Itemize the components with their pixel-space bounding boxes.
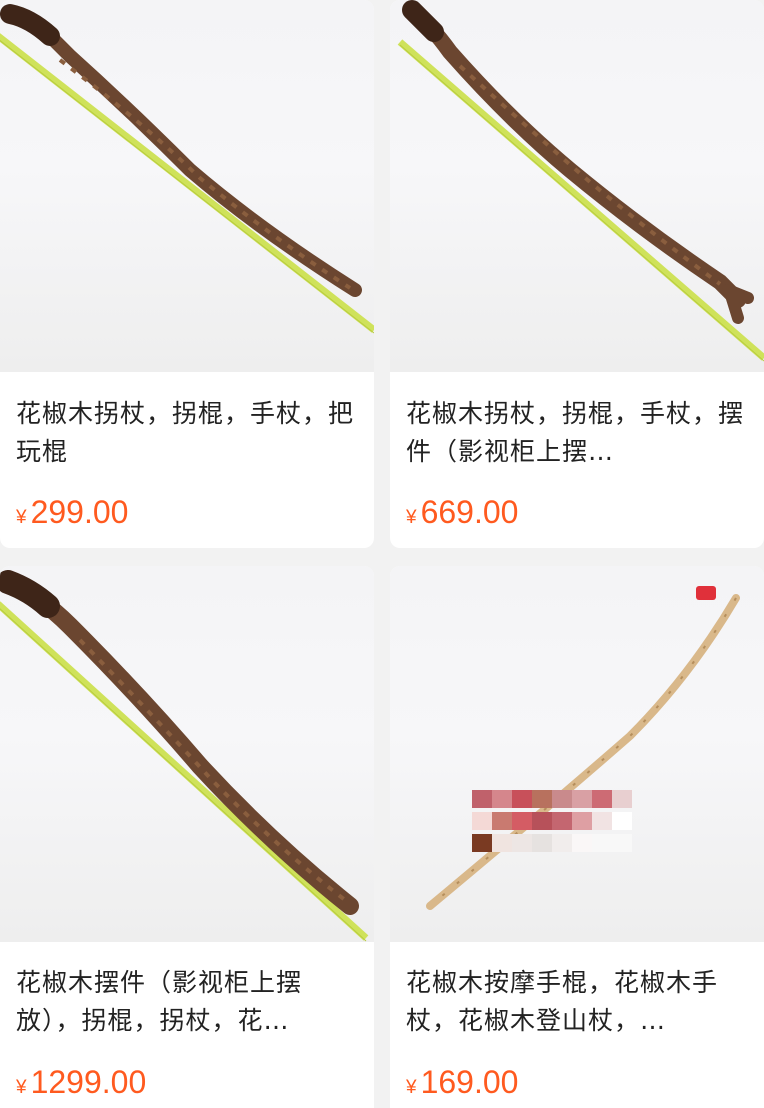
price-value: 1299.00 <box>30 1064 147 1100</box>
currency-symbol: ¥ <box>406 507 417 528</box>
product-title[interactable]: 花椒木摆件（影视柜上摆放），拐棍，拐杖，花… <box>16 964 356 1040</box>
product-title[interactable]: 花椒木拐杖，拐棍，手杖，摆件（影视柜上摆… <box>406 395 746 471</box>
product-grid: 花椒木拐杖，拐棍，手杖，把玩棍 ¥299.00 花椒木拐杖，拐棍，手杖，摆件（影… <box>0 0 764 1108</box>
price-value: 299.00 <box>30 494 129 530</box>
walking-stick-photo <box>397 0 764 362</box>
currency-symbol: ¥ <box>16 507 27 528</box>
walking-stick-photo <box>0 570 369 942</box>
walking-stick-photo <box>0 4 374 334</box>
product-price: ¥1299.00 <box>16 1064 146 1101</box>
product-image[interactable] <box>390 0 764 372</box>
product-image[interactable] <box>0 0 374 372</box>
product-image[interactable] <box>0 566 374 942</box>
blurred-label <box>472 790 632 856</box>
product-price: ¥669.00 <box>406 494 518 531</box>
price-value: 169.00 <box>420 1064 519 1100</box>
product-title[interactable]: 花椒木拐杖，拐棍，手杖，把玩棍 <box>16 395 356 471</box>
walking-stick-photo <box>426 586 740 910</box>
currency-symbol: ¥ <box>16 1077 27 1098</box>
product-price: ¥299.00 <box>16 494 128 531</box>
price-value: 669.00 <box>420 494 519 530</box>
product-image[interactable] <box>390 566 764 942</box>
product-card[interactable]: 花椒木拐杖，拐棍，手杖，把玩棍 ¥299.00 <box>0 0 374 548</box>
currency-symbol: ¥ <box>406 1077 417 1098</box>
product-card[interactable]: 花椒木拐杖，拐棍，手杖，摆件（影视柜上摆… ¥669.00 <box>390 0 764 548</box>
product-card[interactable]: 花椒木摆件（影视柜上摆放），拐棍，拐杖，花… ¥1299.00 <box>0 566 374 1108</box>
product-card[interactable]: 花椒木按摩手棍，花椒木手杖，花椒木登山杖，… ¥169.00 <box>390 566 764 1108</box>
product-price: ¥169.00 <box>406 1064 518 1101</box>
product-title[interactable]: 花椒木按摩手棍，花椒木手杖，花椒木登山杖，… <box>406 964 746 1040</box>
